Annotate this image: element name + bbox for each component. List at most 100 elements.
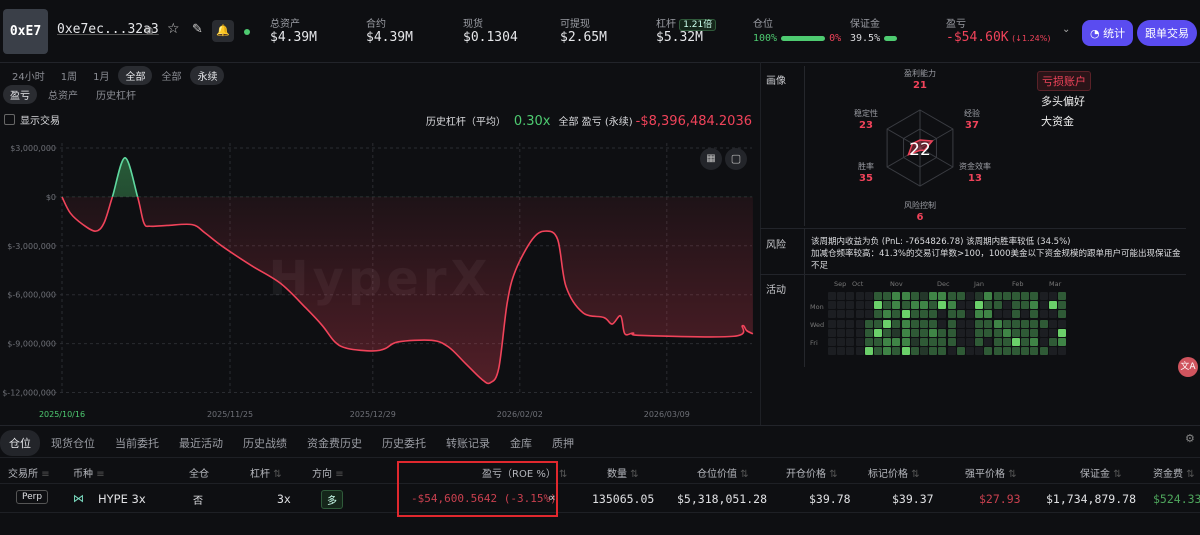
checkbox[interactable] [4, 114, 15, 125]
col-margin[interactable]: 保证金 ⇅ [1080, 465, 1122, 480]
col-funding[interactable]: 资金费 ⇅ [1153, 465, 1195, 480]
activity-cell [975, 328, 984, 337]
bell-icon[interactable]: 🔔 [212, 20, 234, 42]
copy-icon[interactable]: ⧉ [145, 24, 153, 38]
activity-cell [947, 292, 956, 300]
tab-5[interactable]: 资金费历史 [298, 430, 371, 456]
activity-cell [901, 328, 910, 337]
month-label: Sep [834, 280, 847, 288]
tab-7[interactable]: 转账记录 [437, 430, 499, 456]
activity-cell [929, 338, 938, 346]
activity-cell [956, 328, 965, 337]
metric-total-assets[interactable]: 总资产 [41, 85, 85, 104]
col-coin[interactable]: 币种 ≡ [73, 465, 105, 480]
activity-cell [874, 347, 882, 356]
month-label: Nov [890, 280, 903, 288]
col-size[interactable]: 数量 ⇅ [607, 465, 639, 480]
tag-loss-account: 亏损账户 [1037, 71, 1091, 91]
col-side[interactable]: 方向 ≡ [312, 465, 344, 480]
stat-pnl: 盈亏 -$54.60K (↓1.24%) [946, 15, 1050, 45]
activity-cell [1021, 347, 1030, 356]
copy-trade-button[interactable]: 跟单交易 [1137, 20, 1197, 46]
col-exchange[interactable]: 交易所 ≡ [8, 465, 50, 480]
activity-cell [864, 301, 873, 310]
coin-name[interactable]: HYPE 3x [98, 492, 146, 506]
entry-price: $39.78 [809, 492, 851, 506]
wallet-address[interactable]: 0xe7ec...32a3 [57, 22, 159, 37]
activity-cell [984, 301, 993, 310]
online-status-dot [244, 29, 250, 35]
edit-icon[interactable]: ✎ [192, 22, 203, 37]
col-leverage[interactable]: 杠杆 ⇅ [250, 465, 282, 480]
tab-6[interactable]: 历史委托 [373, 430, 435, 456]
activity-cell [1048, 319, 1057, 328]
total-pnl-label: 全部 盈亏 (永续) [558, 117, 633, 128]
activity-cell [956, 310, 965, 319]
activity-cell [883, 310, 892, 319]
activity-cell [910, 328, 919, 337]
activity-cell [846, 319, 855, 328]
col-entry[interactable]: 开仓价格 ⇅ [786, 465, 838, 480]
activity-cell [993, 310, 1002, 319]
activity-cell [1039, 347, 1048, 356]
divider [0, 62, 1200, 63]
exchange-badge: Perp [16, 490, 49, 504]
activity-cell [892, 310, 901, 319]
activity-cell [892, 292, 901, 300]
col-liq[interactable]: 强平价格 ⇅ [965, 465, 1017, 480]
tab-4[interactable]: 历史战绩 [234, 430, 296, 456]
stat-label: 仓位 [753, 19, 773, 30]
activity-cell [1058, 328, 1066, 337]
range-1m[interactable]: 1月 [86, 66, 116, 85]
activity-cell [947, 347, 956, 356]
tab-9[interactable]: 质押 [543, 430, 583, 456]
month-label: Oct [852, 280, 864, 288]
tab-0[interactable]: 仓位 [0, 430, 40, 456]
show-trades-toggle[interactable]: 显示交易 [4, 112, 60, 127]
margin-bar [884, 36, 898, 41]
activity-cell [938, 292, 947, 300]
activity-cell [901, 301, 910, 310]
activity-cell [993, 347, 1002, 356]
tab-1[interactable]: 现货仓位 [42, 430, 104, 456]
comment-button[interactable]: ▢ [725, 148, 747, 170]
activity-label: 活动 [766, 285, 786, 296]
hype-coin-icon: ⋈ [73, 492, 84, 505]
activity-cell [993, 292, 1002, 300]
col-mark[interactable]: 标记价格 ⇅ [868, 465, 920, 480]
activity-cell [864, 328, 873, 337]
tag-long-bias: 多头偏好 [1041, 95, 1085, 108]
activity-cell [1021, 310, 1030, 319]
activity-cell [938, 328, 947, 337]
stat-value: $4.39M [366, 30, 413, 45]
metric-pnl[interactable]: 盈亏 [3, 85, 37, 104]
settings-icon[interactable]: ⚙ [1185, 432, 1195, 445]
range-all[interactable]: 全部 [118, 66, 153, 85]
star-icon[interactable]: ☆ [167, 21, 180, 37]
type-all[interactable]: 全部 [154, 66, 188, 85]
chevron-down-icon[interactable]: ⌄ [1062, 24, 1070, 35]
range-1w[interactable]: 1周 [54, 66, 84, 85]
col-value[interactable]: 仓位价值 ⇅ [697, 465, 749, 480]
metric-leverage[interactable]: 历史杠杆 [89, 85, 143, 104]
translate-button[interactable]: 文A [1178, 357, 1198, 377]
activity-cell [901, 292, 910, 300]
activity-cell [1021, 301, 1030, 310]
calendar-button[interactable]: ▦ [700, 148, 722, 170]
tab-3[interactable]: 最近活动 [170, 430, 232, 456]
activity-cell [828, 310, 836, 319]
type-perp[interactable]: 永续 [190, 66, 225, 85]
tab-8[interactable]: 金库 [501, 430, 541, 456]
highlight-box [397, 461, 558, 517]
stats-button[interactable]: ◔ 统计 [1082, 20, 1134, 46]
activity-cell [864, 319, 873, 328]
activity-cell [984, 338, 993, 346]
range-24h[interactable]: 24小时 [5, 66, 52, 85]
tab-2[interactable]: 当前委托 [106, 430, 168, 456]
activity-cell [846, 292, 855, 300]
activity-cell [993, 301, 1002, 310]
y-tick-label: $-3,000,000 [7, 242, 56, 251]
weekday-label: Fri [810, 339, 818, 347]
activity-cell [846, 347, 855, 356]
activity-cell [901, 338, 910, 346]
